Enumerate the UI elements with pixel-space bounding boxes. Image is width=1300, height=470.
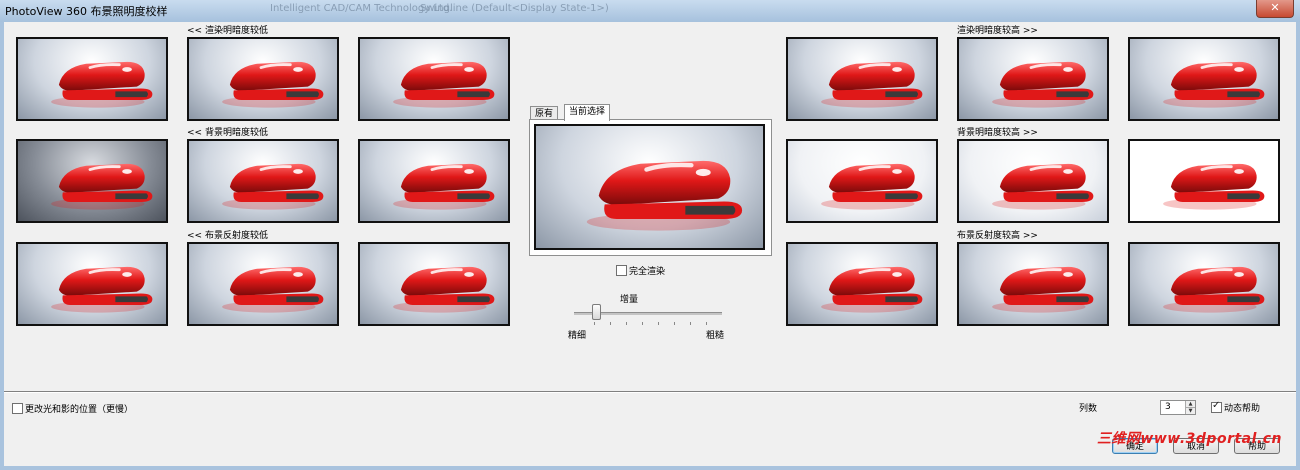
preview-reflection-low-1[interactable] [16, 242, 168, 326]
preview-reflection-low-3[interactable] [358, 242, 510, 326]
window-title: PhotoView 360 布景照明度校样 [5, 5, 168, 18]
preview-background-high-2[interactable] [957, 139, 1109, 223]
stapler-render-icon [586, 160, 743, 231]
preview-render-low-2[interactable] [187, 37, 339, 121]
columns-spinner[interactable]: 3 ▲ ▼ [1160, 400, 1196, 415]
stapler-render-icon [1163, 61, 1265, 108]
full-render-checkbox[interactable] [616, 265, 627, 276]
current-selection-preview [534, 124, 765, 250]
columns-label: 列数 [1079, 404, 1098, 414]
close-button[interactable]: ✕ [1256, 0, 1294, 18]
stapler-render-icon [821, 266, 923, 313]
slider-max-label: 粗糙 [706, 331, 725, 341]
preview-render-high-1[interactable] [786, 37, 938, 121]
stapler-render-icon [821, 163, 923, 210]
slider-tick [690, 322, 691, 325]
current-selection-panel [529, 119, 772, 256]
stapler-render-icon [992, 163, 1094, 210]
stapler-render-icon [222, 163, 324, 210]
slider-tick [594, 322, 595, 325]
preview-render-high-2[interactable] [957, 37, 1109, 121]
preview-reflection-high-3[interactable] [1128, 242, 1280, 326]
slider-tick [706, 322, 707, 325]
footer-divider-highlight [4, 392, 1296, 393]
watermark-text: 三维网www.3dportal.cn [1096, 431, 1282, 447]
slider-tick [642, 322, 643, 325]
preview-background-low-3[interactable] [358, 139, 510, 223]
background-ghost-text-right: Swingline (Default<Display State-1>) [420, 3, 609, 14]
slider-tick [658, 322, 659, 325]
stapler-render-icon [992, 266, 1094, 313]
preview-background-high-1[interactable] [786, 139, 938, 223]
title-bar[interactable]: PhotoView 360 布景照明度校样 Intelligent CAD/CA… [0, 0, 1300, 22]
label-render-high: 渲染明暗度较高 >> [957, 26, 1038, 36]
full-render-label: 完全渲染 [629, 267, 666, 277]
label-background-low: << 背景明暗度较低 [187, 128, 268, 138]
slider-tick [626, 322, 627, 325]
preview-render-high-3[interactable] [1128, 37, 1280, 121]
spin-down-icon[interactable]: ▼ [1186, 407, 1195, 414]
label-reflection-high: 布景反射度较高 >> [957, 231, 1038, 241]
increment-slider-thumb[interactable] [592, 304, 601, 320]
move-lights-label: 更改光和影的位置（更慢） [25, 405, 134, 415]
stapler-render-icon [393, 61, 495, 108]
label-reflection-low: << 布景反射度较低 [187, 231, 268, 241]
dynamic-help-label: 动态帮助 [1224, 404, 1261, 414]
close-icon: ✕ [1270, 1, 1280, 14]
columns-spinner-buttons: ▲ ▼ [1185, 401, 1195, 414]
stapler-render-icon [51, 266, 153, 313]
stapler-render-icon [992, 61, 1094, 108]
stapler-render-icon [393, 163, 495, 210]
tab-current-selection-label: 当前选择 [569, 107, 606, 117]
tab-current-selection[interactable]: 当前选择 [564, 104, 611, 121]
preview-background-low-1[interactable] [16, 139, 168, 223]
preview-background-high-3[interactable] [1128, 139, 1280, 223]
tab-original-label: 原有 [535, 109, 554, 119]
columns-value: 3 [1165, 402, 1171, 412]
slider-min-label: 精细 [568, 331, 587, 341]
preview-background-low-2[interactable] [187, 139, 339, 223]
stapler-render-icon [222, 61, 324, 108]
increment-label: 增量 [620, 295, 639, 305]
label-background-high: 背景明暗度较高 >> [957, 128, 1038, 138]
stapler-render-icon [1163, 266, 1265, 313]
dynamic-help-checkbox[interactable] [1211, 400, 1222, 413]
label-render-low: << 渲染明暗度较低 [187, 26, 268, 36]
dialog-window: PhotoView 360 布景照明度校样 Intelligent CAD/CA… [0, 0, 1300, 470]
slider-tick [610, 322, 611, 325]
preview-render-low-1[interactable] [16, 37, 168, 121]
preview-reflection-high-2[interactable] [957, 242, 1109, 326]
stapler-render-icon [222, 266, 324, 313]
stapler-render-icon [393, 266, 495, 313]
dialog-client-area: << 渲染明暗度较低 渲染明暗度较高 >> << 背景明暗度较低 背景明暗度较高… [4, 22, 1296, 466]
slider-tick [674, 322, 675, 325]
stapler-render-icon [51, 61, 153, 108]
move-lights-checkbox[interactable] [12, 403, 23, 414]
stapler-render-icon [51, 163, 153, 210]
preview-reflection-low-2[interactable] [187, 242, 339, 326]
preview-render-low-3[interactable] [358, 37, 510, 121]
preview-reflection-high-1[interactable] [786, 242, 938, 326]
stapler-render-icon [1163, 163, 1265, 210]
stapler-render-icon [821, 61, 923, 108]
